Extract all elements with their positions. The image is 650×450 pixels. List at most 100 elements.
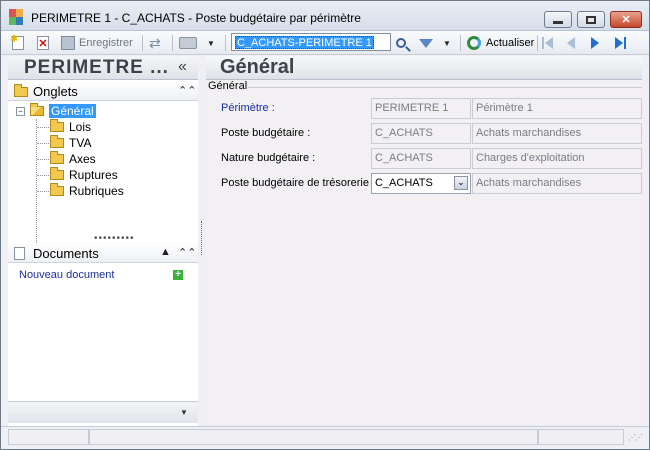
refresh-icon (467, 36, 481, 50)
title-bar: PERIMETRE 1 - C_ACHATS - Poste budgétair… (1, 1, 649, 31)
tree-item-label: Axes (69, 152, 96, 166)
collapse-section-icon[interactable]: ⌃⌃ (178, 246, 196, 259)
left-panel-header: PERIMETRE ... « (8, 56, 198, 80)
tree-line (37, 191, 49, 192)
first-icon (545, 37, 553, 49)
delete-icon: ✕ (37, 36, 49, 50)
tree-item-general[interactable]: Général (30, 103, 96, 119)
perimetre-code-field: PERIMETRE 1 (371, 98, 471, 119)
last-icon (615, 37, 623, 49)
folder-icon (50, 119, 64, 132)
poste-tresorerie-value: C_ACHATS (375, 177, 433, 189)
new-document-link[interactable]: Nouveau document (19, 269, 114, 281)
status-cell (8, 429, 89, 445)
chevron-down-icon[interactable]: ▼ (443, 39, 451, 48)
tree-item-lois[interactable]: Lois (50, 119, 91, 135)
left-panel-footer: ▼ (8, 401, 198, 423)
tree-item-ruptures[interactable]: Ruptures (50, 167, 118, 183)
next-icon (591, 37, 599, 49)
previous-icon (567, 37, 575, 49)
nature-budgetaire-code-field: C_ACHATS (371, 148, 471, 169)
page-title: Général (220, 56, 295, 78)
close-button[interactable]: ✕ (610, 11, 642, 28)
save-button[interactable]: Enregistrer (61, 34, 133, 52)
save-label: Enregistrer (79, 37, 133, 49)
documents-header[interactable]: Documents ▲ ⌃⌃ (8, 243, 198, 263)
sync-icon: ⇄ (149, 34, 161, 51)
poste-tresorerie-combo[interactable]: C_ACHATS ⌄ (371, 173, 471, 194)
tree-item-label: Rubriques (69, 184, 124, 198)
tree-item-label: Général (49, 104, 96, 118)
chevron-down-icon[interactable]: ▼ (207, 39, 215, 48)
onglets-header[interactable]: Onglets ⌃⌃ (8, 81, 198, 101)
status-cell (89, 429, 538, 445)
delete-button[interactable]: ✕ (37, 34, 51, 52)
poste-tresorerie-description-field: Achats marchandises (472, 173, 642, 194)
tree-line (36, 119, 37, 247)
first-record-button[interactable] (542, 35, 556, 51)
previous-record-button[interactable] (567, 35, 581, 51)
perimetre-description-field: Périmètre 1 (472, 98, 642, 119)
tree-collapse-icon[interactable]: − (16, 107, 25, 116)
folder-icon (50, 167, 64, 180)
maximize-button[interactable] (577, 11, 605, 28)
toolbar-separator (225, 35, 226, 51)
search-button[interactable] (396, 34, 412, 52)
minimize-button[interactable] (544, 11, 572, 28)
add-icon[interactable]: + (173, 270, 183, 280)
left-panel: PERIMETRE ... « Onglets ⌃⌃ − Général Loi… (8, 56, 198, 426)
collapse-section-icon[interactable]: ⌃⌃ (178, 84, 196, 97)
tree-line (37, 127, 49, 128)
main-header: Général (206, 56, 642, 80)
save-icon (61, 36, 75, 50)
close-icon: ✕ (621, 14, 631, 26)
poste-budgetaire-label: Poste budgétaire : (221, 127, 311, 139)
folder-icon (14, 84, 28, 97)
tree-item-label: Lois (69, 120, 92, 134)
refresh-label: Actualiser (486, 37, 535, 49)
toolbar-separator (172, 35, 173, 51)
nature-budgetaire-label: Nature budgétaire : (221, 152, 316, 164)
collapse-panel-icon[interactable]: « (178, 58, 187, 76)
search-input[interactable]: C_ACHATS-PERIMETRE 1 (231, 33, 391, 51)
new-document-icon: ✱ (10, 34, 24, 50)
folder-icon (50, 151, 64, 164)
documents-title: Documents (33, 246, 99, 261)
dropdown-icon[interactable]: ⌄ (454, 176, 468, 190)
group-divider (248, 87, 642, 88)
tree-line (37, 175, 49, 176)
vertical-splitter[interactable] (201, 221, 202, 255)
folder-icon (50, 135, 64, 148)
sync-button[interactable]: ⇄ (149, 34, 165, 52)
tree-item-rubriques[interactable]: Rubriques (50, 183, 124, 199)
document-icon (14, 247, 28, 260)
poste-tresorerie-label: Poste budgétaire de trésorerie : (221, 177, 376, 189)
left-panel-title: PERIMETRE ... (24, 57, 169, 78)
app-window: PERIMETRE 1 - C_ACHATS - Poste budgétair… (0, 0, 650, 450)
tree-line (37, 159, 49, 160)
chevron-down-icon[interactable]: ▼ (180, 408, 188, 417)
new-button[interactable]: ✱ (10, 34, 26, 52)
tree-item-tva[interactable]: TVA (50, 135, 91, 151)
tree-item-axes[interactable]: Axes (50, 151, 96, 167)
perimetre-label[interactable]: Périmètre : (221, 102, 275, 114)
refresh-button[interactable]: Actualiser (467, 34, 534, 52)
toolbar-separator (142, 35, 143, 51)
next-record-button[interactable] (591, 35, 605, 51)
printer-icon (179, 37, 197, 49)
window-title: PERIMETRE 1 - C_ACHATS - Poste budgétair… (31, 11, 361, 25)
app-icon (9, 9, 23, 25)
group-title: Général (208, 80, 248, 92)
search-icon (396, 38, 406, 48)
toolbar-separator (537, 35, 538, 51)
filter-button[interactable]: ▼ (419, 34, 453, 52)
onglets-title: Onglets (33, 84, 78, 99)
print-button[interactable]: ▼ (179, 34, 215, 52)
status-cell (538, 429, 624, 445)
folder-icon (50, 183, 64, 196)
chevron-up-icon[interactable]: ▲ (160, 246, 171, 258)
maximize-icon (578, 12, 604, 27)
resize-grip-icon[interactable]: ⋰⋰ (628, 433, 643, 442)
search-input-value: C_ACHATS-PERIMETRE 1 (235, 36, 374, 49)
last-record-button[interactable] (615, 35, 629, 51)
